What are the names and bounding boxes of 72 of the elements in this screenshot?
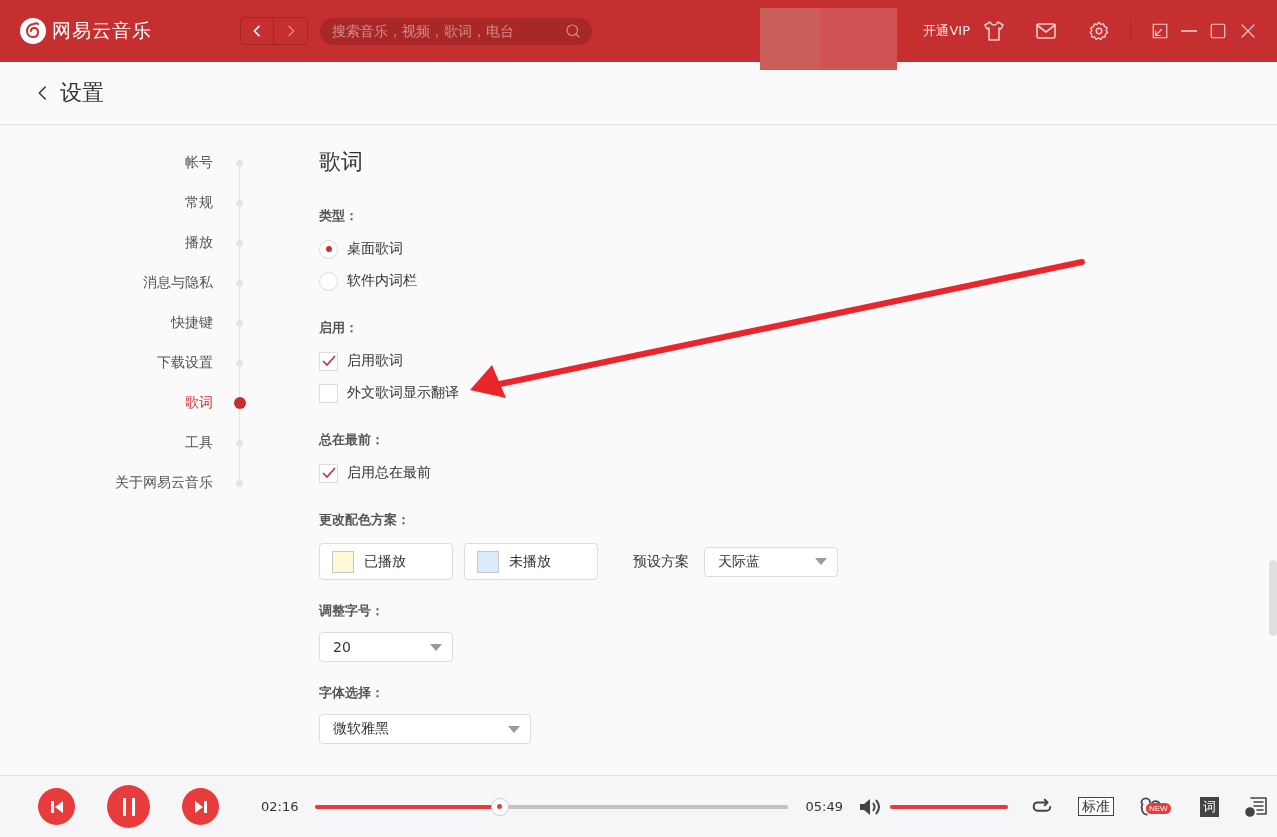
close-icon xyxy=(1239,22,1257,40)
playlist-icon xyxy=(1242,794,1269,819)
caret-icon xyxy=(815,558,827,565)
playlist-button[interactable] xyxy=(1242,794,1269,819)
app-name: 网易云音乐 xyxy=(52,18,152,43)
dropdown[interactable]: 20 xyxy=(319,632,453,662)
option-label: 外文歌词显示翻译 xyxy=(347,384,459,402)
preset-dropdown[interactable]: 天际蓝 xyxy=(704,546,838,577)
dropdown[interactable]: 微软雅黑 xyxy=(319,714,531,744)
lyrics-button[interactable]: 词 xyxy=(1199,796,1219,817)
settings-nav-item[interactable]: 歌词 xyxy=(0,383,319,423)
progress-thumb[interactable] xyxy=(490,797,509,816)
speaker-icon xyxy=(858,797,881,816)
tshirt-icon xyxy=(982,19,1006,43)
pause-icon xyxy=(121,797,136,816)
color-button[interactable]: 已播放 xyxy=(319,543,453,580)
radio-button[interactable] xyxy=(319,239,338,259)
next-button[interactable] xyxy=(182,788,219,825)
previous-icon xyxy=(49,799,64,814)
settings-icon xyxy=(1088,20,1110,42)
settings-nav-item[interactable]: 关于网易云音乐 xyxy=(0,463,319,503)
settings-nav-item[interactable]: 消息与隐私 xyxy=(0,263,319,303)
caret-icon xyxy=(508,725,520,733)
group-label: 字体选择： xyxy=(319,684,385,702)
group-label: 总在最前： xyxy=(319,431,385,449)
scrollbar[interactable] xyxy=(1269,560,1277,636)
option-label: 软件内词栏 xyxy=(347,272,417,290)
page-title: 设置 xyxy=(60,79,104,107)
option-label: 启用歌词 xyxy=(347,352,403,370)
color-button[interactable]: 未播放 xyxy=(464,543,598,580)
skin-button[interactable] xyxy=(982,19,1006,43)
group-label: 调整字号： xyxy=(319,602,385,620)
radio-button[interactable] xyxy=(319,271,338,291)
volume-button[interactable] xyxy=(858,797,881,816)
total-time: 05:49 xyxy=(805,799,843,814)
group-label: 类型： xyxy=(319,207,359,225)
settings-nav-item[interactable]: 下载设置 xyxy=(0,343,319,383)
settings-nav-item[interactable]: 快捷键 xyxy=(0,303,319,343)
group-label: 启用： xyxy=(319,319,359,337)
group-label: 更改配色方案： xyxy=(319,511,411,529)
next-icon xyxy=(193,799,208,814)
checkbox[interactable] xyxy=(319,463,338,483)
progress-slider[interactable] xyxy=(315,797,789,816)
search-icon xyxy=(564,22,582,40)
option-label: 桌面歌词 xyxy=(347,240,403,258)
settings-nav-item[interactable]: 播放 xyxy=(0,223,319,263)
settings-nav-item[interactable]: 常规 xyxy=(0,183,319,223)
section-title: 歌词 xyxy=(319,148,364,176)
maximize-icon xyxy=(1209,22,1227,40)
quality-button[interactable]: 标准 xyxy=(1077,797,1114,816)
new-badge: NEW xyxy=(1145,802,1171,814)
close-button[interactable] xyxy=(1239,22,1257,40)
elapsed-time: 02:16 xyxy=(261,799,299,814)
maximize-button[interactable] xyxy=(1209,22,1227,40)
settings-nav-item[interactable]: 工具 xyxy=(0,423,319,463)
settings-nav-item[interactable]: 帐号 xyxy=(0,143,319,183)
option-label: 启用总在最前 xyxy=(347,464,431,482)
shrink-icon xyxy=(1151,22,1169,40)
settings-button[interactable] xyxy=(1088,20,1110,42)
vip-link[interactable]: 开通VIP xyxy=(923,22,970,40)
mini-mode-button[interactable] xyxy=(1151,22,1169,40)
pause-button[interactable] xyxy=(107,785,150,828)
checkbox[interactable] xyxy=(319,383,338,403)
logo-icon xyxy=(20,18,46,44)
sound-effect-button[interactable]: NEW xyxy=(1135,793,1174,820)
caret-icon xyxy=(430,643,442,651)
volume-slider[interactable] xyxy=(889,804,1008,809)
minimize-icon xyxy=(1181,30,1197,32)
checkbox[interactable] xyxy=(319,351,338,371)
preset-label: 预设方案 xyxy=(633,552,689,571)
search-field[interactable]: 搜索音乐，视频，歌词，电台 xyxy=(320,17,592,45)
previous-button[interactable] xyxy=(38,788,75,825)
